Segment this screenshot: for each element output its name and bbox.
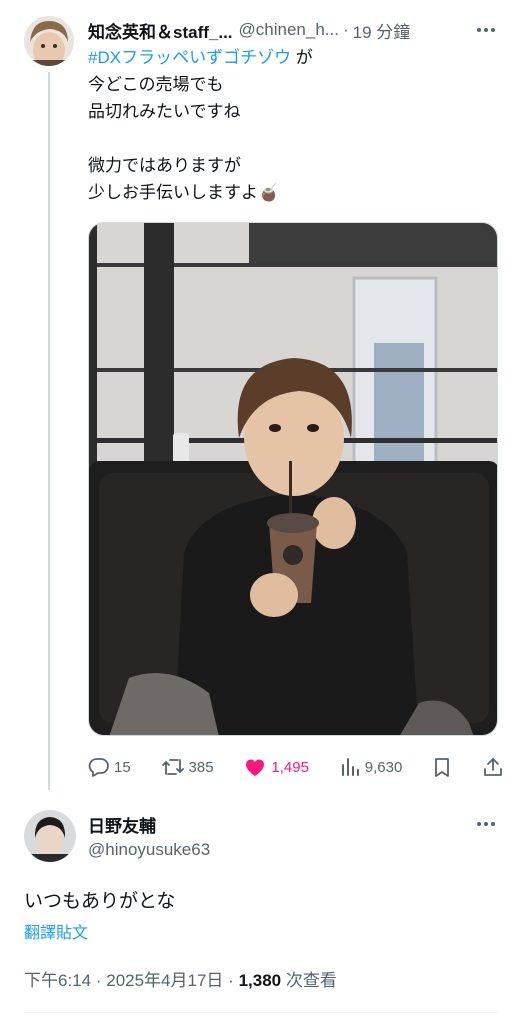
retweet-button[interactable]: 385 (161, 756, 214, 778)
tweet-actions: 15 385 1,495 9,630 (88, 752, 504, 782)
retweet-icon (161, 756, 185, 778)
text-line: 微力ではありますが (88, 156, 241, 175)
tweet-photo[interactable] (88, 222, 498, 736)
bookmark-button[interactable] (432, 756, 452, 778)
reply-count: 15 (114, 758, 131, 776)
reply-time[interactable]: 下午6:14 (24, 971, 91, 990)
separator-dot: · (342, 20, 349, 39)
avatar[interactable] (24, 16, 74, 66)
author-name[interactable]: 知念英和＆staff_... (88, 18, 233, 43)
more-icon[interactable] (474, 814, 498, 834)
reply-meta: 下午6:14 · 2025年4月17日 · 1,380 次查看 (24, 966, 337, 991)
heart-icon (243, 756, 267, 778)
reply-author-name[interactable]: 日野友輔 (88, 812, 156, 837)
reply-views-label: 次查看 (285, 971, 337, 990)
tweet-header: 知念英和＆staff_... @chinen_h... · 19 分鐘 (88, 18, 508, 42)
reply-views-count: 1,380 (238, 971, 282, 990)
reply-author-handle[interactable]: @hinoyusuke63 (88, 840, 210, 860)
bookmark-icon (432, 756, 452, 778)
thread-connector (48, 72, 50, 790)
separator-dot: · (228, 971, 234, 990)
views-count: 9,630 (364, 758, 403, 776)
views-button[interactable]: 9,630 (339, 756, 403, 778)
more-icon[interactable] (474, 20, 498, 40)
reply-icon (88, 756, 110, 778)
tweet-time[interactable]: 19 分鐘 (353, 18, 411, 43)
text-line: 少しお手伝いしますよ (88, 183, 258, 202)
reply-text: いつもありがとな (24, 891, 176, 912)
share-icon (482, 756, 504, 778)
emoji-mate: 🧉 (258, 183, 280, 202)
tweet-text: #DXフラッペいずゴチゾウ が 今どこの売場でも 品切れみたいですね 微力ではあ… (88, 44, 498, 206)
divider (24, 1012, 498, 1013)
text-line: 今どこの売場でも (88, 75, 224, 94)
like-button[interactable]: 1,495 (243, 756, 309, 778)
reply-date[interactable]: 2025年4月17日 (106, 971, 223, 990)
share-button[interactable] (482, 756, 504, 778)
retweet-count: 385 (188, 758, 214, 776)
author-handle[interactable]: @chinen_h... (239, 20, 339, 40)
translate-link[interactable]: 翻譯貼文 (24, 919, 88, 943)
like-count: 1,495 (271, 758, 309, 776)
text-line: が (291, 48, 313, 67)
reply-button[interactable]: 15 (88, 756, 131, 778)
text-line: 品切れみたいですね (88, 102, 241, 121)
hashtag-link[interactable]: #DXフラッペいずゴチゾウ (88, 48, 291, 67)
views-icon (339, 756, 361, 778)
separator-dot: · (95, 971, 102, 990)
avatar[interactable] (24, 810, 76, 862)
